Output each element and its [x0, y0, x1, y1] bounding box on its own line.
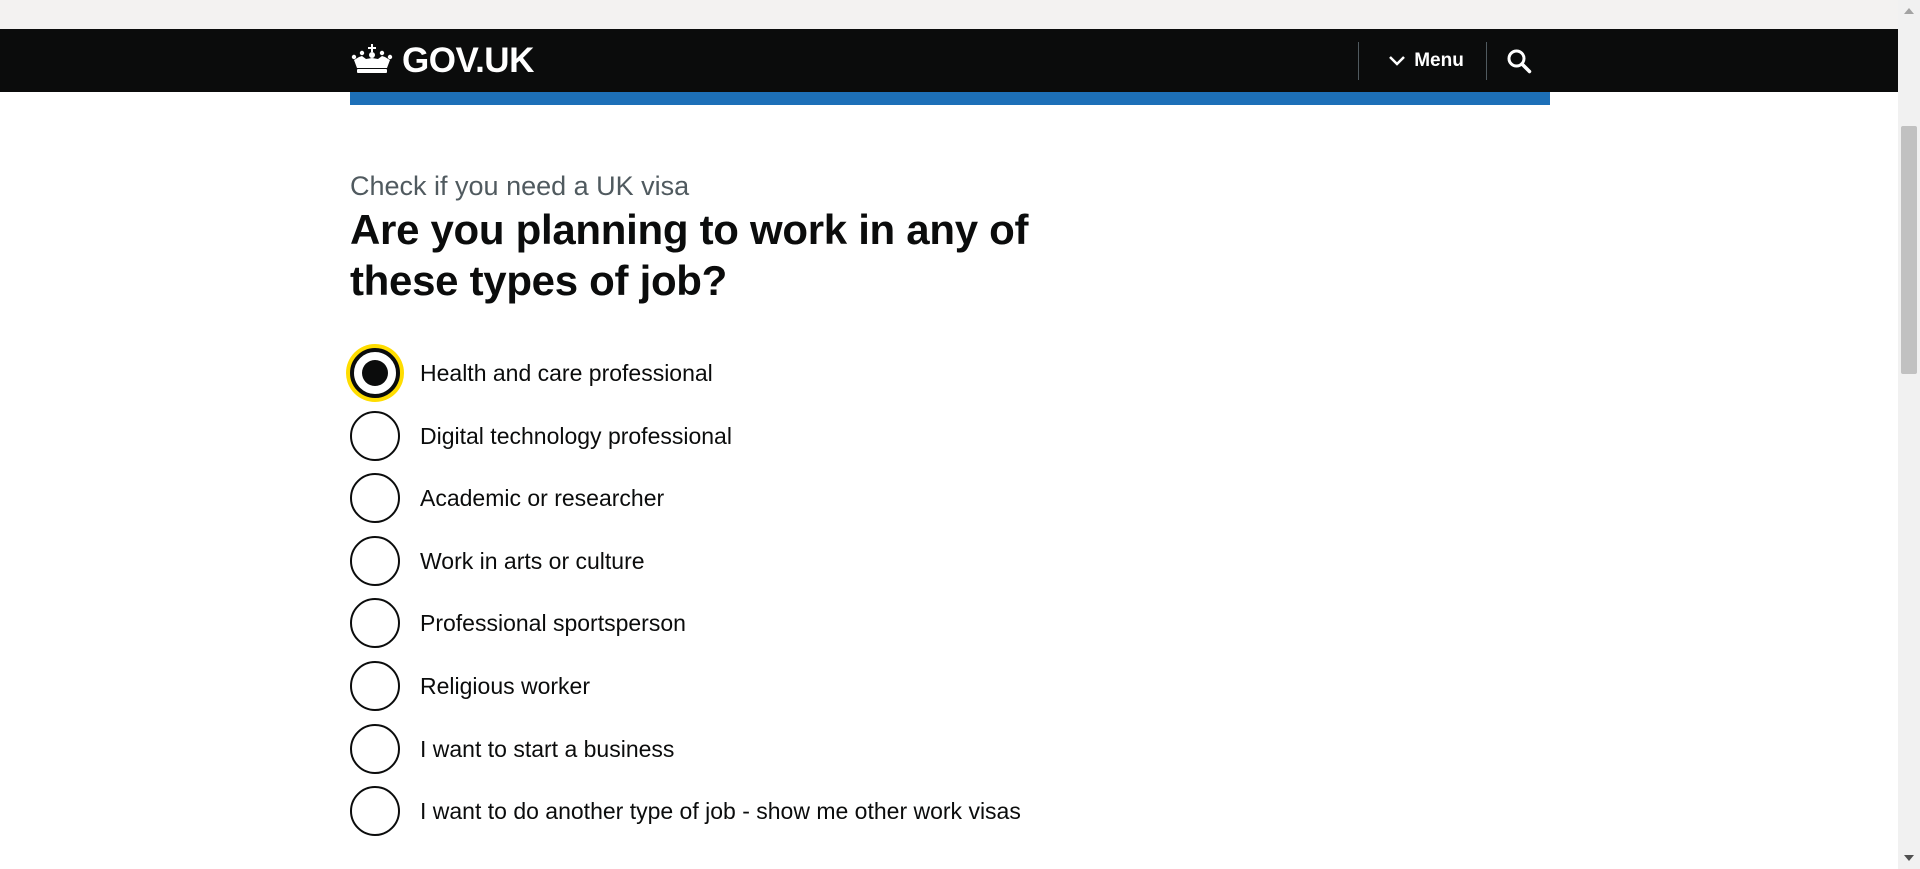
radio-label[interactable]: I want to start a business: [420, 734, 674, 764]
job-type-radio-group: Health and care professional Digital tec…: [350, 348, 1250, 849]
radio-label[interactable]: Academic or researcher: [420, 483, 664, 513]
scroll-down-icon[interactable]: [1904, 855, 1914, 861]
menu-label: Menu: [1414, 50, 1464, 71]
radio-input[interactable]: [350, 723, 400, 774]
radio-input[interactable]: [350, 473, 400, 524]
radio-label[interactable]: I want to do another type of job - show …: [420, 796, 1021, 826]
radio-input[interactable]: [350, 598, 400, 649]
radio-label[interactable]: Digital technology professional: [420, 421, 732, 451]
radio-label[interactable]: Religious worker: [420, 671, 590, 701]
menu-button[interactable]: Menu: [1367, 42, 1485, 80]
radio-sportsperson[interactable]: Professional sportsperson: [350, 598, 1250, 649]
radio-input[interactable]: [350, 410, 400, 461]
radio-health-and-care[interactable]: Health and care professional: [350, 348, 1250, 398]
chevron-down-icon: [1388, 55, 1406, 67]
radio-label[interactable]: Professional sportsperson: [420, 608, 686, 638]
scrollbar-thumb[interactable]: [1901, 126, 1917, 374]
radio-arts-culture[interactable]: Work in arts or culture: [350, 535, 1250, 586]
browser-top-strip: [0, 0, 1898, 29]
radio-input[interactable]: [350, 348, 400, 398]
site-header: GOV.UK Menu: [0, 29, 1898, 92]
logo-text: GOV.UK: [402, 40, 534, 80]
header-divider: [1358, 42, 1359, 80]
radio-label[interactable]: Health and care professional: [420, 358, 713, 388]
scroll-up-icon[interactable]: [1904, 8, 1914, 14]
crown-icon: [350, 44, 394, 76]
radio-academic-researcher[interactable]: Academic or researcher: [350, 473, 1250, 524]
header-accent-bar: [350, 92, 1550, 105]
search-icon: [1506, 48, 1532, 74]
radio-selected-dot: [362, 360, 388, 386]
radio-input[interactable]: [350, 535, 400, 586]
radio-digital-technology[interactable]: Digital technology professional: [350, 410, 1250, 461]
radio-start-business[interactable]: I want to start a business: [350, 723, 1250, 774]
page-scrollbar[interactable]: [1898, 0, 1920, 869]
page-caption: Check if you need a UK visa: [350, 171, 690, 201]
radio-label[interactable]: Work in arts or culture: [420, 546, 645, 576]
search-button[interactable]: [1487, 39, 1551, 83]
radio-input[interactable]: [350, 786, 400, 837]
page-title: Are you planning to work in any of these…: [350, 206, 1029, 304]
radio-religious-worker[interactable]: Religious worker: [350, 660, 1250, 711]
radio-input[interactable]: [350, 660, 400, 711]
govuk-logo-link[interactable]: GOV.UK: [350, 40, 534, 80]
radio-other-job[interactable]: I want to do another type of job - show …: [350, 786, 1250, 837]
